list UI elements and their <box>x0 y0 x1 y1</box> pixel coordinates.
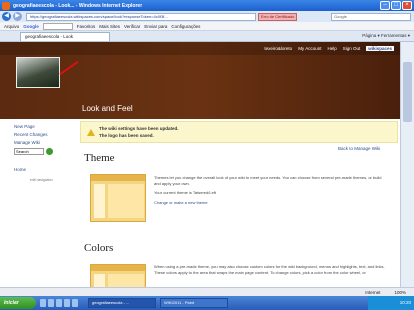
change-theme-link[interactable]: Change or make a new theme <box>154 200 386 206</box>
url-input[interactable]: https://geografiaeescola.wikispaces.com/… <box>26 12 256 21</box>
google-search-box[interactable] <box>42 22 73 30</box>
start-button[interactable]: Iniciar <box>0 297 36 309</box>
sidebar-search <box>14 148 76 155</box>
browser-search-input[interactable]: Google <box>331 12 411 21</box>
minimize-button[interactable]: – <box>380 1 390 10</box>
colors-description: When using a pre-made theme, you may als… <box>154 264 385 275</box>
status-bar: Internet 100% <box>0 287 414 296</box>
address-bar: ◀ ▶ https://geografiaeescola.wikispaces.… <box>0 11 414 22</box>
preview-header <box>91 175 145 181</box>
settings-menu[interactable]: Configurações <box>171 24 200 29</box>
taskbar-item-paint[interactable]: WIKI2011 - Paint <box>160 298 228 308</box>
page-tools-menu[interactable]: Página ▾ Ferramentas ▾ <box>362 33 410 39</box>
success-notice: The wiki settings have been updated. The… <box>80 121 398 143</box>
current-theme-text: Your current theme is Tatsered/Left <box>154 190 217 195</box>
send-to-menu[interactable]: Enviar para <box>144 24 167 29</box>
theme-description: Themes let you change the overall look o… <box>154 175 382 186</box>
quicklaunch-icon[interactable] <box>56 298 62 307</box>
colors-preview-image[interactable] <box>90 264 146 287</box>
colors-description-block: When using a pre-made theme, you may als… <box>154 264 386 275</box>
tab-bar: geografiaeescola - Look Página ▾ Ferrame… <box>0 31 414 42</box>
scrollbar-thumb[interactable] <box>403 62 412 122</box>
system-clock: 10:20 <box>368 296 414 310</box>
zoom-level[interactable]: 100% <box>394 290 406 295</box>
tab-current[interactable]: geografiaeescola - Look <box>20 31 110 41</box>
quick-launch <box>40 298 84 308</box>
browser-toolbar: Arquivo Google Favoritos Mais Sites Veri… <box>0 22 414 31</box>
page-title: Look and Feel <box>82 104 133 113</box>
window-titlebar: geografiaeescola - Look... - Windows Int… <box>0 0 414 11</box>
sidebar: New Page Recent Changes Manage Wiki Home… <box>14 124 76 182</box>
sidebar-item-manage-wiki[interactable]: Manage Wiki <box>14 140 76 145</box>
favorites-menu[interactable]: Favoritos <box>77 24 96 29</box>
quicklaunch-icon[interactable] <box>40 298 46 307</box>
notice-line-2: The logo has been saved. <box>99 133 154 138</box>
page-viewport: texeiro&loreto My Account Help Sign Out … <box>0 42 400 287</box>
sidebar-item-new-page[interactable]: New Page <box>14 124 76 129</box>
menu-arquivo[interactable]: Arquivo <box>4 24 19 29</box>
verify-menu[interactable]: Verificar <box>124 24 140 29</box>
certificate-error-badge[interactable]: Erro de Certificado <box>258 12 298 21</box>
back-to-manage-wiki-link[interactable]: Back to Manage Wiki <box>338 146 380 151</box>
theme-description-block: Themes let you change the overall look o… <box>154 175 386 205</box>
security-zone: Internet <box>365 289 381 295</box>
close-button[interactable]: × <box>402 1 412 10</box>
warning-icon <box>87 129 95 136</box>
quicklaunch-icon[interactable] <box>48 298 54 307</box>
quicklaunch-icon[interactable] <box>72 298 78 307</box>
google-toolbar-label: Google <box>23 23 39 29</box>
notice-line-1: The wiki settings have been updated. <box>99 126 179 131</box>
my-account-link[interactable]: My Account <box>298 46 321 51</box>
ie-icon <box>2 1 10 10</box>
taskbar-item-browser[interactable]: geografiaeescola - ... <box>88 298 156 308</box>
site-topbar: texeiro&loreto My Account Help Sign Out … <box>0 42 400 55</box>
help-link[interactable]: Help <box>327 46 336 51</box>
quicklaunch-icon[interactable] <box>64 298 70 307</box>
back-button[interactable]: ◀ <box>2 12 11 21</box>
preview-body <box>108 274 144 287</box>
sidebar-item-recent-changes[interactable]: Recent Changes <box>14 132 76 137</box>
user-link[interactable]: texeiro&loreto <box>264 46 292 51</box>
page-scrollbar[interactable] <box>400 42 414 287</box>
forward-button[interactable]: ▶ <box>13 12 22 21</box>
search-go-button[interactable] <box>46 148 53 155</box>
site-header: texeiro&loreto My Account Help Sign Out … <box>0 42 400 119</box>
preview-body <box>108 184 144 218</box>
theme-heading: Theme <box>84 152 115 164</box>
theme-preview-image[interactable] <box>90 174 146 222</box>
colors-heading: Colors <box>84 242 114 254</box>
sign-out-link[interactable]: Sign Out <box>343 46 361 51</box>
sidebar-item-home[interactable]: Home <box>14 167 76 172</box>
wikispaces-logo[interactable]: wikispaces <box>366 46 394 51</box>
more-sites-menu[interactable]: Mais Sites <box>99 24 120 29</box>
windows-taskbar: Iniciar geografiaeescola - ... WIKI2011 … <box>0 296 414 310</box>
preview-header <box>91 265 145 271</box>
sidebar-search-input[interactable] <box>14 148 44 155</box>
wiki-logo-image[interactable] <box>16 57 60 88</box>
maximize-button[interactable]: □ <box>391 1 401 10</box>
red-arrow-annotation <box>59 60 79 76</box>
window-title: geografiaeescola - Look... - Windows Int… <box>13 2 143 9</box>
preview-sidebar <box>94 274 105 287</box>
preview-sidebar <box>94 184 105 218</box>
edit-navigation-link[interactable]: edit navigation <box>30 178 76 182</box>
